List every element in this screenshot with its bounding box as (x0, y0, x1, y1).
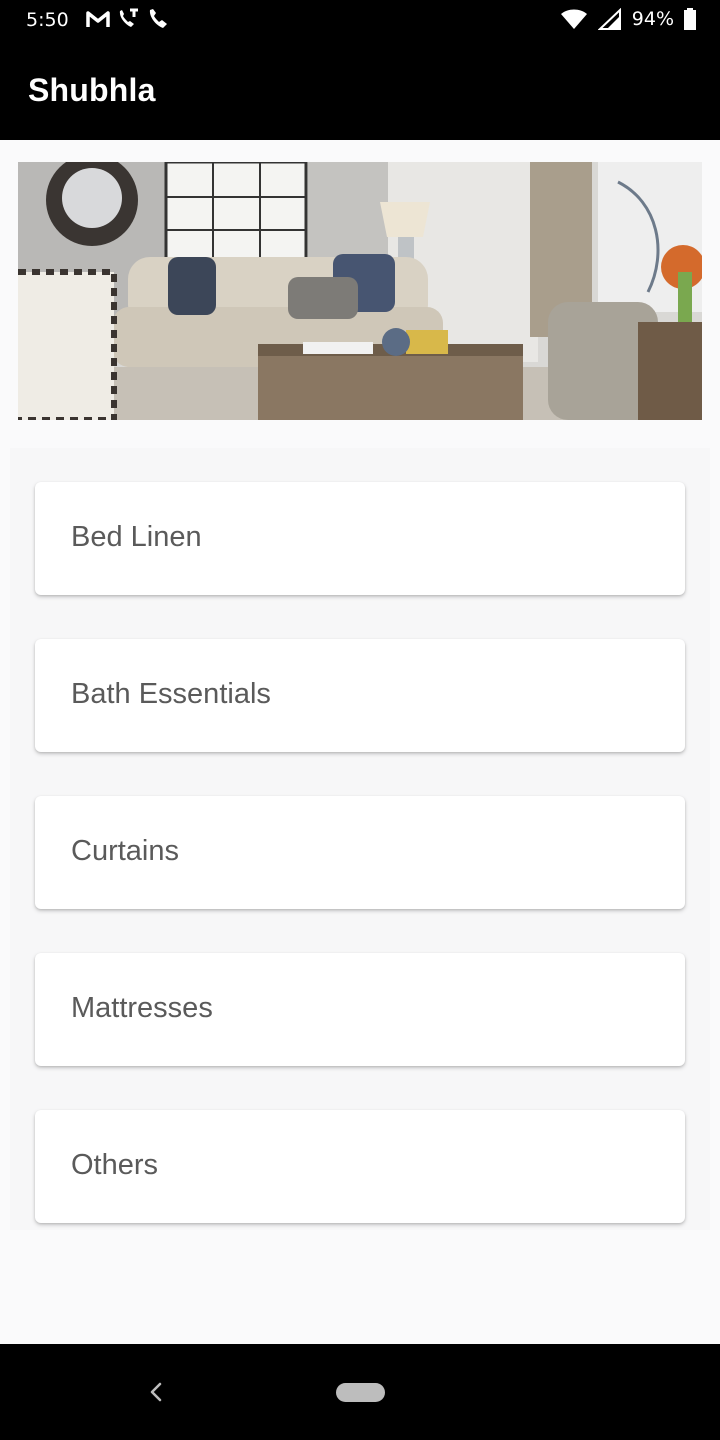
category-label: Bed Linen (71, 521, 202, 553)
status-bar: 5:50 94% (0, 0, 720, 44)
phone-icon (149, 9, 167, 28)
app-bar: Shubhla (0, 44, 720, 140)
cell-signal-icon (597, 8, 621, 30)
category-label: Curtains (71, 835, 179, 867)
status-system-icons: 94% (560, 8, 696, 30)
category-card-bed-linen[interactable]: Bed Linen (35, 482, 685, 595)
phone-voicemail-icon (119, 8, 138, 27)
category-card-bath-essentials[interactable]: Bath Essentials (35, 639, 685, 752)
category-label: Bath Essentials (71, 678, 271, 710)
category-card-curtains[interactable]: Curtains (35, 796, 685, 909)
wifi-icon (560, 9, 587, 29)
status-notification-icons (86, 8, 170, 30)
category-label: Mattresses (71, 992, 213, 1024)
battery-icon (684, 8, 696, 30)
app-title: Shubhla (28, 72, 156, 108)
home-pill[interactable] (336, 1383, 385, 1402)
back-icon[interactable] (146, 1381, 168, 1403)
status-time: 5:50 (26, 9, 69, 31)
gmail-icon (86, 11, 110, 27)
battery-percent: 94% (631, 8, 674, 30)
category-card-mattresses[interactable]: Mattresses (35, 953, 685, 1066)
banner-illustration (18, 162, 702, 420)
living-room-banner-image (18, 162, 702, 420)
category-card-others[interactable]: Others (35, 1110, 685, 1223)
category-label: Others (71, 1149, 159, 1181)
